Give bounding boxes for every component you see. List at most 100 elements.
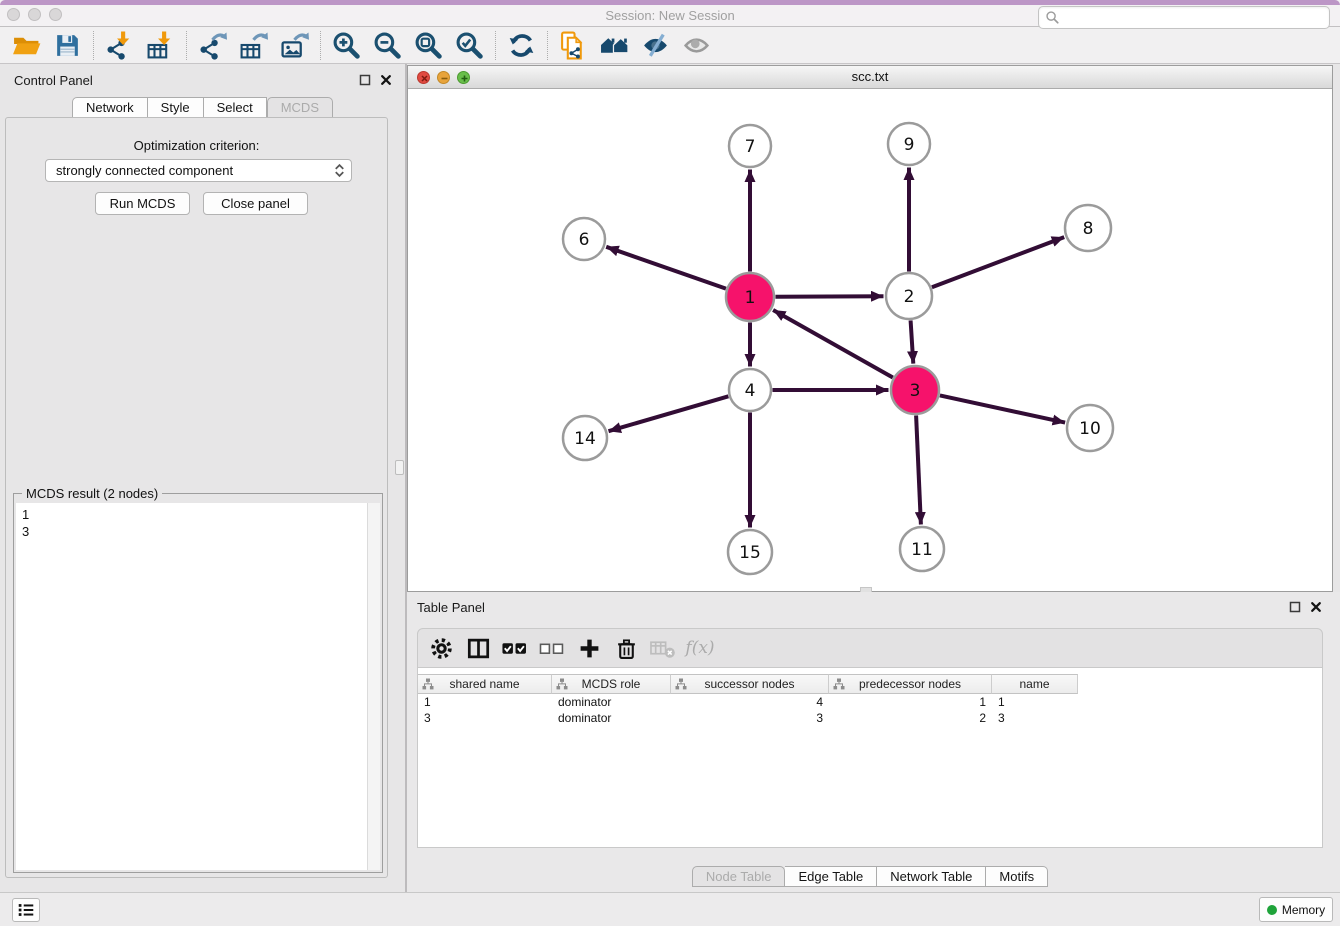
- export-table-button[interactable]: [233, 29, 274, 62]
- table-tab-motifs[interactable]: Motifs: [986, 866, 1048, 887]
- edge-2-3[interactable]: [911, 321, 914, 364]
- tab-network[interactable]: Network: [72, 97, 148, 118]
- zoom-out-icon: [373, 31, 402, 60]
- tab-mcds[interactable]: MCDS: [267, 97, 333, 118]
- node-label-10: 10: [1079, 419, 1101, 439]
- show-columns-button[interactable]: [461, 632, 495, 664]
- show-columns-icon: [467, 637, 490, 660]
- node-label-11: 11: [911, 540, 933, 560]
- table-row-1[interactable]: 1dominator411: [418, 694, 1078, 710]
- cell[interactable]: 2: [829, 710, 992, 726]
- cell[interactable]: 3: [992, 710, 1078, 726]
- control-panel-float-button[interactable]: [358, 73, 372, 87]
- import-network-button[interactable]: [99, 29, 140, 62]
- zoom-selected-button[interactable]: [449, 29, 490, 62]
- zoom-in-button[interactable]: [326, 29, 367, 62]
- cell[interactable]: 1: [829, 694, 992, 710]
- cell[interactable]: 3: [418, 710, 552, 726]
- edge-1-2[interactable]: [776, 296, 884, 297]
- column-header-successor-nodes[interactable]: successor nodes: [671, 674, 829, 694]
- zoom-out-button[interactable]: [367, 29, 408, 62]
- main-toolbar: [0, 27, 1340, 64]
- table-tab-network-table[interactable]: Network Table: [877, 866, 986, 887]
- column-type-icon: [833, 678, 845, 690]
- table-panel-close-button[interactable]: [1309, 600, 1323, 614]
- list-icon: [16, 900, 36, 920]
- column-header-label: name: [1019, 677, 1049, 691]
- edge-3-10[interactable]: [940, 395, 1065, 422]
- deselect-all-button[interactable]: [535, 632, 569, 664]
- close-icon: [380, 74, 392, 86]
- column-header-mcds-role[interactable]: MCDS role: [552, 674, 671, 694]
- function-builder-icon: f(x): [685, 638, 714, 658]
- zoom-glyph-icon: [460, 74, 469, 83]
- column-type-icon: [675, 678, 687, 690]
- table-tab-edge-table[interactable]: Edge Table: [785, 866, 877, 887]
- edge-1-6[interactable]: [606, 247, 726, 289]
- home-view-button[interactable]: [594, 29, 635, 62]
- select-all-button[interactable]: [498, 632, 532, 664]
- memory-button[interactable]: Memory: [1259, 897, 1333, 922]
- edge-2-8[interactable]: [932, 237, 1064, 287]
- column-header-name[interactable]: name: [992, 674, 1078, 694]
- network-graph: 7968124314101511: [408, 89, 1332, 591]
- cell[interactable]: 1: [418, 694, 552, 710]
- dropdown-value: strongly connected component: [56, 163, 233, 178]
- optimization-criterion-label: Optimization criterion:: [6, 138, 387, 153]
- tab-style[interactable]: Style: [148, 97, 204, 118]
- zoom-in-icon: [332, 31, 361, 60]
- cell[interactable]: 4: [671, 694, 829, 710]
- table-panel-float-button[interactable]: [1288, 600, 1302, 614]
- edge-3-11[interactable]: [916, 416, 921, 525]
- network-close-button[interactable]: [417, 71, 430, 84]
- control-panel-close-button[interactable]: [379, 73, 393, 87]
- open-session-button[interactable]: [6, 29, 47, 62]
- delete-row-button[interactable]: [609, 632, 643, 664]
- add-row-button[interactable]: [572, 632, 606, 664]
- result-scrollbar[interactable]: [367, 503, 380, 870]
- optimization-criterion-dropdown[interactable]: strongly connected component: [45, 159, 352, 182]
- titlebar-accent-strip: [0, 0, 1340, 5]
- export-network-button[interactable]: [192, 29, 233, 62]
- search-input[interactable]: [1060, 7, 1329, 28]
- show-graphics-details-button[interactable]: [676, 29, 717, 62]
- table-tab-node-table[interactable]: Node Table: [692, 866, 786, 887]
- import-table-button[interactable]: [140, 29, 181, 62]
- network-canvas[interactable]: 7968124314101511: [408, 89, 1332, 591]
- save-session-icon: [53, 31, 82, 60]
- hide-graphics-details-button[interactable]: [635, 29, 676, 62]
- network-file-manager-button[interactable]: [553, 29, 594, 62]
- network-minimize-button[interactable]: [437, 71, 450, 84]
- table-row-3[interactable]: 3dominator323: [418, 710, 1078, 726]
- task-history-button[interactable]: [12, 898, 40, 922]
- column-header-shared-name[interactable]: shared name: [418, 674, 552, 694]
- float-icon: [359, 74, 371, 86]
- table-settings-button[interactable]: [424, 632, 458, 664]
- export-image-button[interactable]: [274, 29, 315, 62]
- export-network-icon: [198, 31, 227, 60]
- panel-divider-grip[interactable]: [395, 460, 404, 475]
- select-all-icon: [501, 637, 529, 660]
- column-header-label: shared name: [449, 677, 519, 691]
- cell[interactable]: 3: [671, 710, 829, 726]
- column-header-predecessor-nodes[interactable]: predecessor nodes: [829, 674, 992, 694]
- cell[interactable]: 1: [992, 694, 1078, 710]
- refresh-layout-button[interactable]: [501, 29, 542, 62]
- network-zoom-button[interactable]: [457, 71, 470, 84]
- node-label-4: 4: [745, 381, 756, 401]
- close-panel-button[interactable]: Close panel: [203, 192, 308, 215]
- column-header-label: predecessor nodes: [859, 677, 961, 691]
- run-mcds-button[interactable]: Run MCDS: [95, 192, 190, 215]
- column-header-label: successor nodes: [704, 677, 794, 691]
- open-session-icon: [12, 31, 41, 60]
- search-box: [1038, 6, 1330, 29]
- edge-4-14[interactable]: [609, 396, 729, 431]
- toolbar-divider: [186, 31, 187, 60]
- edge-3-1[interactable]: [773, 310, 893, 378]
- tab-select[interactable]: Select: [204, 97, 267, 118]
- cell[interactable]: dominator: [552, 694, 671, 710]
- mcds-result-title: MCDS result (2 nodes): [22, 486, 162, 501]
- save-session-button[interactable]: [47, 29, 88, 62]
- cell[interactable]: dominator: [552, 710, 671, 726]
- zoom-fit-button[interactable]: [408, 29, 449, 62]
